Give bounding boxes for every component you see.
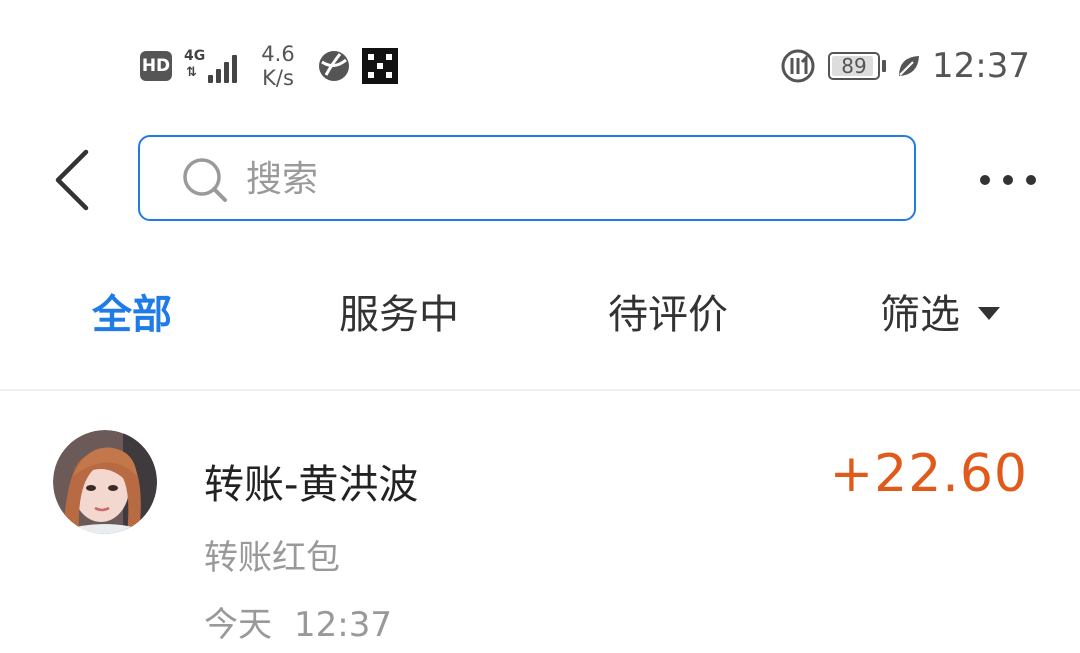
avatar: [53, 430, 157, 534]
filter-tabs: 全部 服务中 待评价 筛选: [0, 282, 1080, 368]
battery-level: 89: [841, 54, 867, 78]
search-bar[interactable]: [138, 135, 916, 221]
transaction-amount: +22.60: [829, 444, 1028, 504]
network-speed-value: 4.6: [261, 42, 295, 66]
tab-filter-label: 筛选: [880, 292, 960, 338]
transaction-time: 12:37: [294, 605, 392, 645]
search-icon: [183, 158, 227, 202]
status-bar-left: HD 4G ⇅ 4.6 K/s: [140, 40, 398, 92]
network-speed: 4.6 K/s: [256, 42, 300, 90]
more-options-icon[interactable]: [980, 172, 1036, 188]
divider: [0, 389, 1080, 391]
transaction-date: 今天: [204, 605, 272, 645]
back-chevron-icon[interactable]: [48, 148, 92, 212]
power-saving-leaf-icon: [899, 56, 920, 76]
tab-in-service[interactable]: 服务中: [339, 282, 459, 340]
status-clock: 12:37: [932, 46, 1030, 86]
caret-down-icon: [978, 306, 1000, 320]
hd-badge: HD: [140, 51, 172, 81]
status-bar: HD 4G ⇅ 4.6 K/s 89 12:37: [0, 0, 1080, 110]
network-arrows-icon: ⇅: [186, 65, 197, 80]
signal-icon: 4G ⇅: [184, 49, 240, 83]
battery-icon: 89: [828, 52, 887, 80]
search-input[interactable]: [246, 153, 846, 205]
transaction-subtitle: 转账红包: [204, 538, 340, 578]
transaction-title: 转账-黄洪波: [204, 462, 419, 508]
tab-all[interactable]: 全部: [92, 282, 172, 340]
transaction-timestamp: 今天 12:37: [204, 597, 392, 646]
hd-voice-icon: [781, 49, 815, 83]
network-speed-unit: K/s: [262, 66, 294, 90]
status-bar-right: 89 12:37: [780, 40, 1030, 92]
transaction-row[interactable]: 转账-黄洪波 +22.60 转账红包 今天 12:37: [0, 392, 1080, 653]
tab-filter[interactable]: 筛选: [880, 282, 1000, 340]
app-notification-icon: [362, 48, 398, 84]
browser-globe-icon: [319, 51, 349, 81]
tab-pending-review[interactable]: 待评价: [608, 282, 728, 340]
network-type-label: 4G: [184, 48, 206, 64]
